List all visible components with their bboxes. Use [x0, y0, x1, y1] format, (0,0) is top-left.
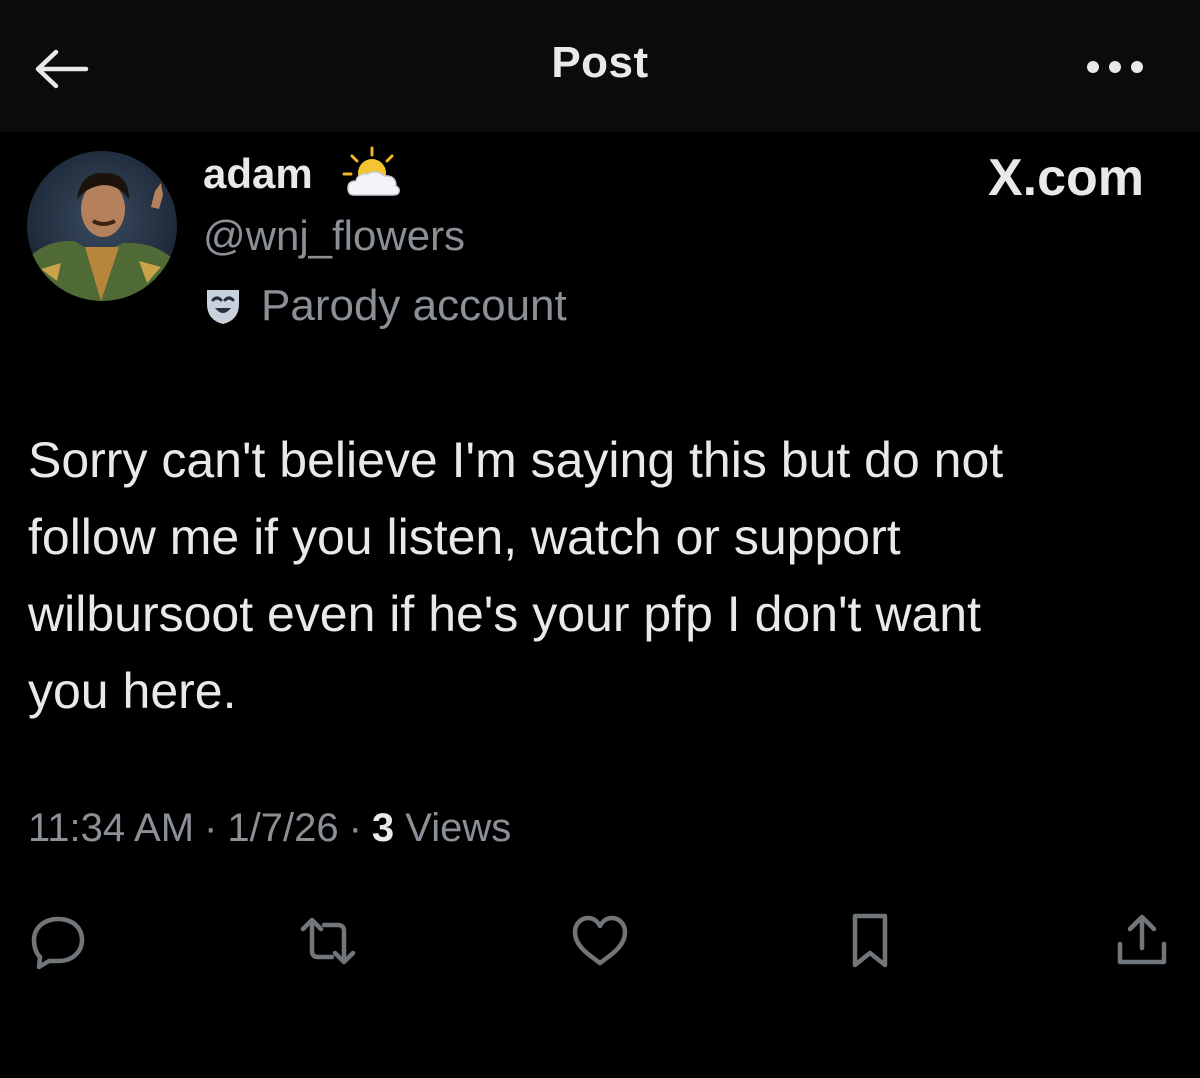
views-label[interactable]: Views [405, 806, 511, 850]
meta-separator: · [348, 806, 362, 850]
reply-icon [31, 916, 85, 970]
top-bar: Post [0, 0, 1200, 132]
share-button[interactable] [1112, 910, 1172, 972]
post-meta: 11:34 AM · 1/7/26 · 3 Views [28, 806, 511, 851]
more-horizontal-icon [1087, 61, 1143, 73]
source-watermark: X.com [987, 149, 1144, 207]
like-icon [572, 915, 628, 966]
parody-label: Parody account [261, 281, 567, 330]
avatar-photo [27, 151, 177, 301]
post-text: Sorry can't believe I'm saying this but … [28, 432, 1004, 719]
avatar[interactable] [27, 151, 177, 301]
display-name[interactable]: adam [203, 150, 313, 198]
sun-behind-cloud-icon [338, 145, 404, 201]
post-time: 11:34 AM [28, 806, 195, 850]
post-date: 1/7/26 [227, 806, 339, 850]
views-count[interactable]: 3 [372, 806, 394, 850]
repost-icon [300, 917, 356, 965]
meta-separator: · [204, 806, 218, 850]
share-icon [1117, 914, 1167, 965]
like-button[interactable] [570, 910, 630, 972]
reply-button[interactable] [28, 910, 88, 972]
more-options-button[interactable] [1080, 44, 1150, 90]
parody-badge: Parody account [203, 280, 567, 332]
repost-button[interactable] [298, 910, 358, 972]
page-title: Post [551, 38, 649, 87]
theater-mask-icon [207, 290, 239, 324]
user-handle[interactable]: @wnj_flowers [203, 212, 465, 260]
bookmark-button[interactable] [840, 910, 900, 972]
bookmark-icon [852, 913, 888, 968]
